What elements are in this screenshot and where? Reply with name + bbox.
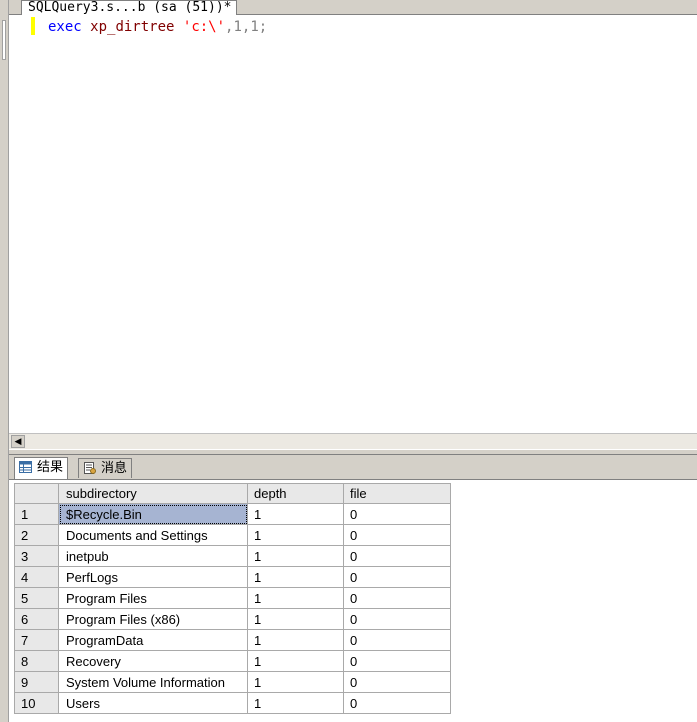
results-tab-strip: 结果 消息 [9,455,697,479]
change-marker [31,17,35,35]
grid-header-row: subdirectory depth file [14,483,451,504]
cell-depth[interactable]: 1 [247,671,344,693]
messages-icon [84,462,96,474]
sql-procedure-name: xp_dirtree [90,19,175,35]
table-row[interactable]: 10 Users 1 0 [14,692,451,714]
results-grid: subdirectory depth file 1 $Recycle.Bin 1… [14,483,451,714]
cell-file[interactable]: 0 [343,566,451,588]
table-row[interactable]: 6 Program Files (x86) 1 0 [14,608,451,630]
cell-subdirectory[interactable]: ProgramData [58,629,248,651]
cell-file[interactable]: 0 [343,692,451,714]
row-number[interactable]: 6 [14,608,59,630]
cell-file[interactable]: 0 [343,545,451,567]
column-header-file[interactable]: file [343,483,451,504]
cell-depth[interactable]: 1 [247,629,344,651]
cell-file[interactable]: 0 [343,503,451,525]
column-header-depth[interactable]: depth [247,483,344,504]
table-row[interactable]: 7 ProgramData 1 0 [14,629,451,651]
cell-subdirectory[interactable]: Program Files (x86) [58,608,248,630]
sql-arguments: ,1,1; [225,19,268,35]
cell-file[interactable]: 0 [343,650,451,672]
cell-subdirectory[interactable]: inetpub [58,545,248,567]
cell-file[interactable]: 0 [343,524,451,546]
scroll-left-arrow-icon[interactable]: ◀ [11,435,25,448]
tab-results-label: 结果 [37,459,64,474]
cell-file[interactable]: 0 [343,629,451,651]
cell-file[interactable]: 0 [343,587,451,609]
table-row[interactable]: 1 $Recycle.Bin 1 0 [14,503,451,525]
tab-results[interactable]: 结果 [14,457,69,479]
editor-gutter [9,15,31,433]
table-row[interactable]: 5 Program Files 1 0 [14,587,451,609]
dock-handle[interactable] [2,20,6,60]
cell-subdirectory[interactable]: PerfLogs [58,566,248,588]
cell-subdirectory[interactable]: $Recycle.Bin [58,503,248,525]
cell-subdirectory[interactable]: Users [58,692,248,714]
row-number[interactable]: 3 [14,545,59,567]
cell-depth[interactable]: 1 [247,608,344,630]
cell-depth[interactable]: 1 [247,503,344,525]
sql-keyword: exec [48,19,82,35]
grid-icon [19,461,32,473]
cell-subdirectory[interactable]: Documents and Settings [58,524,248,546]
cell-depth[interactable]: 1 [247,587,344,609]
document-tab-query[interactable]: SQLQuery3.s...b (sa (51))* [21,0,237,15]
tab-messages-label: 消息 [101,460,128,475]
row-number[interactable]: 10 [14,692,59,714]
cell-depth[interactable]: 1 [247,566,344,588]
left-dock-strip [0,0,9,722]
row-number[interactable]: 1 [14,503,59,525]
row-number[interactable]: 8 [14,650,59,672]
cell-file[interactable]: 0 [343,671,451,693]
table-row[interactable]: 3 inetpub 1 0 [14,545,451,567]
cell-subdirectory[interactable]: Program Files [58,587,248,609]
query-editor[interactable]: exec xp_dirtree 'c:\',1,1; [9,15,697,433]
row-number[interactable]: 7 [14,629,59,651]
table-row[interactable]: 9 System Volume Information 1 0 [14,671,451,693]
grid-corner-cell[interactable] [14,483,59,504]
sql-string-literal: 'c:\' [182,19,226,35]
editor-horizontal-scrollbar[interactable]: ◀ [9,433,697,449]
document-tab-bar: SQLQuery3.s...b (sa (51))* [9,0,697,15]
row-number[interactable]: 2 [14,524,59,546]
tab-messages[interactable]: 消息 [78,458,133,478]
results-pane: subdirectory depth file 1 $Recycle.Bin 1… [9,479,697,722]
table-row[interactable]: 2 Documents and Settings 1 0 [14,524,451,546]
cell-file[interactable]: 0 [343,608,451,630]
row-number[interactable]: 4 [14,566,59,588]
cell-subdirectory[interactable]: System Volume Information [58,671,248,693]
cell-depth[interactable]: 1 [247,545,344,567]
row-number[interactable]: 5 [14,587,59,609]
cell-depth[interactable]: 1 [247,650,344,672]
table-row[interactable]: 4 PerfLogs 1 0 [14,566,451,588]
ssms-query-window: SQLQuery3.s...b (sa (51))* exec xp_dirtr… [0,0,697,722]
row-number[interactable]: 9 [14,671,59,693]
code-line-1[interactable]: exec xp_dirtree 'c:\',1,1; [48,18,267,36]
cell-depth[interactable]: 1 [247,524,344,546]
column-header-subdirectory[interactable]: subdirectory [58,483,248,504]
cell-subdirectory[interactable]: Recovery [58,650,248,672]
cell-depth[interactable]: 1 [247,692,344,714]
table-row[interactable]: 8 Recovery 1 0 [14,650,451,672]
